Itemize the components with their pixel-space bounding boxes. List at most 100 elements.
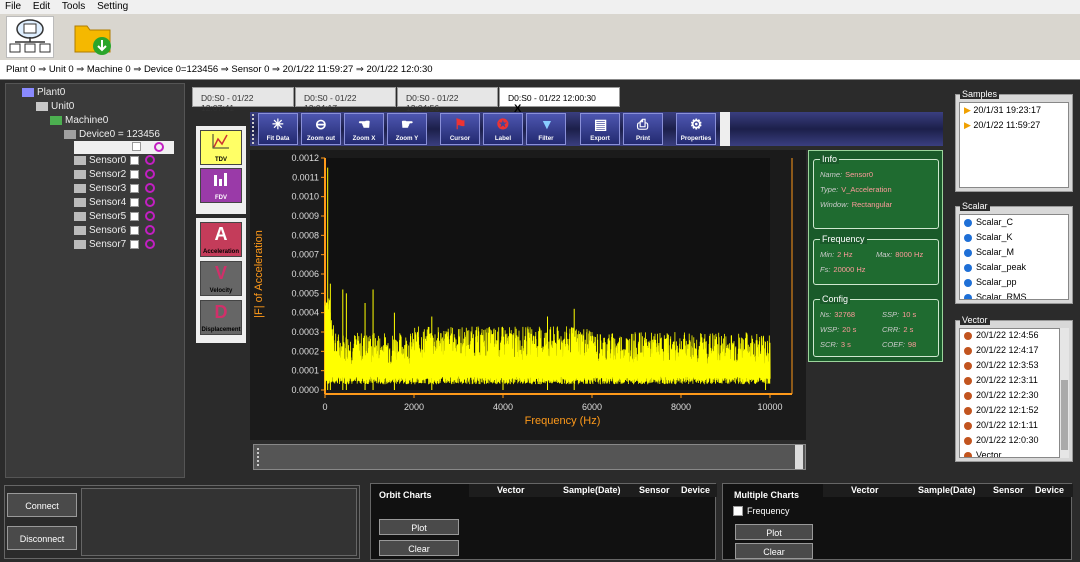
sensor-checkbox[interactable] [130,197,140,207]
cursor-button[interactable]: ⚑ Cursor [440,113,480,145]
toolbar-overflow[interactable] [720,112,730,146]
scalar-item[interactable]: Scalar_K [960,230,1068,245]
scroll-grip-right[interactable] [795,445,803,469]
sensor-checkbox[interactable] [130,211,140,221]
acceleration-button[interactable]: A Acceleration [200,222,242,257]
vector-item[interactable]: Vector [960,449,1059,457]
settings-gear-icon[interactable] [145,169,156,180]
tab-chart-4[interactable]: D0:S0 - 01/22 12:00:30 X [499,87,620,115]
sensor-label: Sensor0 [89,155,127,166]
tab-chart-1[interactable]: D0:S0 - 01/22 12:07:41 [192,87,294,113]
frequency-label: Frequency [747,506,790,516]
zoom-x-button[interactable]: ☚ Zoom X [344,113,384,145]
orbit-clear-button[interactable]: Clear [379,540,459,556]
samples-panel: Samples ▶ 20/1/31 19:23:17 ▶ 20/1/22 11:… [955,89,1073,192]
zoom-out-button[interactable]: ⊖ Zoom out [301,113,341,145]
sample-item[interactable]: ▶ 20/1/31 19:23:17 [960,103,1068,118]
vector-item[interactable]: 20/1/22 12:3:11 [960,374,1059,389]
unit-icon [36,101,48,111]
multiple-clear-button[interactable]: Clear [735,543,813,559]
hand-icon: ☚ [358,116,371,132]
print-button[interactable]: ⎙ Print [623,113,663,145]
vector-dot-icon [964,391,972,400]
tree-node-sensor[interactable]: Sensor6 [74,225,156,236]
sensor-checkbox[interactable] [130,225,140,235]
sensor-checkbox[interactable] [130,239,140,249]
sensor-checkbox[interactable] [130,183,140,193]
scalar-item[interactable]: Scalar_pp [960,275,1068,290]
tree-node-sensor[interactable]: Sensor2 [74,169,156,180]
vector-dot-icon [964,436,972,445]
sample-item[interactable]: ▶ 20/1/22 11:59:27 [960,118,1068,133]
tree-node-plant[interactable]: Plant0 [22,87,65,98]
connect-button[interactable]: Connect [7,493,77,517]
vector-item[interactable]: 20/1/22 12:4:17 [960,344,1059,359]
tree-node-sensor[interactable]: Sensor4 [74,197,156,208]
tree-node-selected[interactable] [74,141,174,154]
vector-list: 20/1/22 12:4:56 20/1/22 12:4:17 20/1/22 12… [959,328,1060,458]
tree-node-unit[interactable]: Unit0 [36,101,74,112]
vector-item[interactable]: 20/1/22 12:1:52 [960,404,1059,419]
settings-gear-icon[interactable] [145,183,156,194]
tree-node-sensor[interactable]: Sensor3 [74,183,156,194]
scalar-dot-icon [964,218,972,227]
vector-item[interactable]: 20/1/22 12:3:53 [960,359,1059,374]
export-button[interactable]: ▤ Export [580,113,620,145]
tree-node-machine[interactable]: Machine0 [50,115,108,126]
tree-node-sensor[interactable]: Sensor5 [74,211,156,222]
scalar-item[interactable]: Scalar_M [960,245,1068,260]
selected-checkbox[interactable] [132,142,141,151]
filter-button[interactable]: ▼ Filter [526,113,566,145]
settings-gear-icon[interactable] [154,142,164,152]
displacement-button[interactable]: D Displacement [200,300,242,335]
zoom-y-button[interactable]: ☛ Zoom Y [387,113,427,145]
scalar-item[interactable]: Scalar_C [960,215,1068,230]
tab-chart-3[interactable]: D0:S0 - 01/22 12:04:56 [397,87,498,113]
menu-setting[interactable]: Setting [92,0,132,12]
vector-item[interactable]: 20/1/22 12:2:30 [960,389,1059,404]
tree-label: Machine0 [65,115,109,126]
label-button[interactable]: ✪ Label [483,113,523,145]
toolbar-grip[interactable] [252,114,257,144]
info-panel: Info Name: Sensor0 Type: V_Acceleration Wi… [808,150,943,362]
velocity-button[interactable]: V Velocity [200,261,242,296]
scalar-item[interactable]: Scalar_peak [960,260,1068,275]
disconnect-button[interactable]: Disconnect [7,526,77,550]
frequency-checkbox[interactable] [733,506,743,516]
orbit-plot-button[interactable]: Plot [379,519,459,535]
sensor-checkbox[interactable] [130,155,140,165]
multiple-plot-button[interactable]: Plot [735,524,813,540]
menu-edit[interactable]: Edit [28,0,54,12]
settings-gear-icon[interactable] [145,239,156,250]
scroll-thumb[interactable] [1061,380,1068,450]
settings-gear-icon[interactable] [145,225,156,236]
tree-node-sensor[interactable]: Sensor7 [74,239,156,250]
settings-gear-icon[interactable] [145,211,156,222]
tdv-button[interactable]: TDV [200,130,242,165]
fdv-button[interactable]: FDV [200,168,242,203]
vector-item[interactable]: 20/1/22 12:4:56 [960,329,1059,344]
scalar-list: Scalar_C Scalar_K Scalar_M Scalar_peak Scala… [959,214,1069,300]
tab-chart-2[interactable]: D0:S0 - 01/22 12:04:17 [295,87,396,113]
tree-node-device[interactable]: Device0 = 123456 [64,129,160,140]
scalar-panel: Scalar Scalar_C Scalar_K Scalar_M Scalar_pe… [955,201,1073,304]
vector-scrollbar[interactable] [1060,328,1069,458]
freq-min-value: 2 Hz [837,250,853,259]
network-cloud-icon[interactable] [6,16,54,58]
sensor-checkbox[interactable] [130,169,140,179]
vector-item[interactable]: 20/1/22 12:0:30 [960,434,1059,449]
settings-gear-icon[interactable] [145,197,156,208]
properties-button[interactable]: ⚙ Properties [676,113,716,145]
tree-node-sensor[interactable]: Sensor0 [74,155,156,166]
vector-item[interactable]: 20/1/22 12:1:11 [960,419,1059,434]
settings-gear-icon[interactable] [145,155,156,166]
fit-data-button[interactable]: ✳ Fit Data [258,113,298,145]
menu-file[interactable]: File [0,0,25,12]
measure-selector: A Acceleration V Velocity D Displacement [196,218,246,343]
menu-tools[interactable]: Tools [57,0,89,12]
scroll-grip-left[interactable] [257,448,261,466]
scalar-item[interactable]: Scalar_RMS [960,290,1068,299]
spectrum-chart[interactable]: 0.0000 0.0001 0.0002 0.0003 0.0004 0.0005 0.00… [250,150,806,440]
chart-horizontal-scrollbar[interactable] [253,444,806,470]
folder-download-icon[interactable] [72,18,114,58]
